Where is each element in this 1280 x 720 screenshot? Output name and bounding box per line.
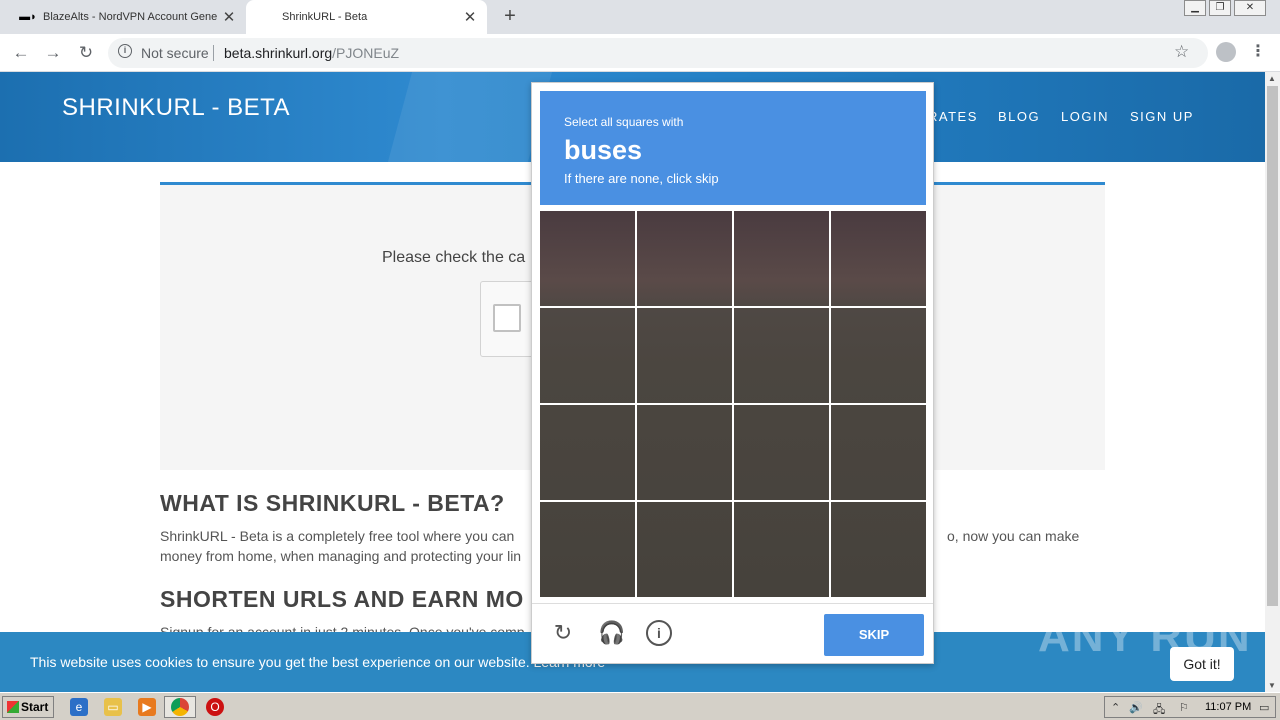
browser-tab-strip: ▬◗ BlazeAlts - NordVPN Account Genera ✕ … <box>0 0 1280 34</box>
challenge-tile[interactable] <box>635 403 734 502</box>
section-paragraph-what: ShrinkURL - Beta is a completely free to… <box>160 528 515 544</box>
reload-icon[interactable]: ↻ <box>550 620 576 646</box>
challenge-subtext: If there are none, click skip <box>564 171 719 186</box>
challenge-tile[interactable] <box>635 209 734 308</box>
site-brand[interactable]: SHRINKURL - BETA <box>62 94 290 122</box>
challenge-instruction: Select all squares with <box>564 115 684 129</box>
info-icon[interactable]: i <box>118 44 132 58</box>
forward-button[interactable]: → <box>42 42 64 64</box>
section-paragraph-what-right: o, now you can make <box>947 528 1080 544</box>
challenge-tile[interactable] <box>538 500 637 599</box>
challenge-tile[interactable] <box>829 500 928 599</box>
minimize-button[interactable]: ▁ <box>1184 0 1206 16</box>
challenge-tile[interactable] <box>538 209 637 308</box>
separator <box>213 45 214 61</box>
system-tray: ⌃ 🔊 🖧 ⚐ 11:07 PM ▭ <box>1104 696 1276 718</box>
start-label: Start <box>21 700 49 714</box>
flag-icon[interactable]: ⚐ <box>1179 701 1189 714</box>
opera-icon[interactable]: O <box>206 698 224 716</box>
section-heading-what: WHAT IS SHRINKURL - BETA? <box>160 490 505 516</box>
menu-icon[interactable]: ⋮ <box>1250 41 1266 61</box>
nav-signup[interactable]: SIGN UP <box>1130 109 1194 124</box>
mask-icon: ▬◗ <box>19 11 37 23</box>
ie-icon[interactable]: e <box>70 698 88 716</box>
challenge-target: buses <box>564 135 643 165</box>
security-label: Not secure <box>141 45 209 61</box>
challenge-tile[interactable] <box>538 403 637 502</box>
challenge-header: Select all squares with buses If there a… <box>540 91 926 205</box>
network-icon[interactable]: 🖧 <box>1153 701 1165 720</box>
section-paragraph-what-line2: money from home, when managing and prote… <box>160 548 522 564</box>
cookie-text: This website uses cookies to ensure you … <box>30 654 605 670</box>
screen: ▬◗ BlazeAlts - NordVPN Account Genera ✕ … <box>0 0 1280 720</box>
challenge-tile[interactable] <box>538 306 637 405</box>
challenge-tile[interactable] <box>829 209 928 308</box>
url-host: beta.shrinkurl.org <box>224 45 333 61</box>
chrome-taskbar-button[interactable] <box>164 696 196 718</box>
tab-title: ShrinkURL - Beta <box>282 11 368 23</box>
scroll-up-arrow[interactable]: ▲ <box>1268 74 1276 83</box>
tab-shrinkurl[interactable]: ShrinkURL - Beta ✕ <box>246 0 487 34</box>
scroll-thumb[interactable] <box>1267 86 1278 606</box>
challenge-tile[interactable] <box>829 306 928 405</box>
challenge-tile[interactable] <box>829 403 928 502</box>
profile-avatar[interactable] <box>1216 42 1236 62</box>
tab-title: BlazeAlts - NordVPN Account Genera <box>43 11 218 23</box>
nav-rates[interactable]: RATES <box>928 109 978 124</box>
url-text: beta.shrinkurl.org/PJONEuZ <box>224 45 399 61</box>
recaptcha-checkbox[interactable] <box>493 304 521 332</box>
tray-expand-icon[interactable]: ⌃ <box>1111 701 1120 714</box>
reload-button[interactable]: ↻ <box>75 42 97 64</box>
chrome-icon <box>171 698 189 716</box>
volume-icon[interactable]: 🔊 <box>1129 701 1143 714</box>
challenge-tile[interactable] <box>732 500 831 599</box>
close-icon[interactable]: ✕ <box>459 8 481 26</box>
nav-login[interactable]: LOGIN <box>1061 109 1109 124</box>
cookie-message: This website uses cookies to ensure you … <box>30 654 530 670</box>
window-close-button[interactable]: ✕ <box>1234 0 1266 16</box>
close-icon[interactable]: ✕ <box>218 8 240 26</box>
folder-icon[interactable]: ▭ <box>104 698 122 716</box>
challenge-tile[interactable] <box>635 306 734 405</box>
challenge-image-grid <box>538 209 928 599</box>
skip-button[interactable]: SKIP <box>824 614 924 656</box>
clock: 11:07 PM <box>1205 701 1252 713</box>
browser-toolbar: ← → ↻ i Not secure beta.shrinkurl.org/PJ… <box>0 34 1280 72</box>
tab-blazealts[interactable]: ▬◗ BlazeAlts - NordVPN Account Genera ✕ <box>0 0 246 34</box>
back-button[interactable]: ← <box>10 42 32 64</box>
show-desktop-icon[interactable]: ▭ <box>1259 701 1269 714</box>
restore-button[interactable]: ❐ <box>1209 0 1231 16</box>
info-icon[interactable]: i <box>646 620 672 646</box>
challenge-tile[interactable] <box>635 500 734 599</box>
start-button[interactable]: Start <box>2 696 54 718</box>
windows-logo-icon <box>7 701 19 713</box>
card-instruction: Please check the ca <box>382 249 526 266</box>
challenge-footer: ↻ 🎧 i SKIP <box>532 603 933 663</box>
address-bar[interactable]: i Not secure beta.shrinkurl.org/PJONEuZ … <box>108 38 1208 68</box>
challenge-tile[interactable] <box>732 403 831 502</box>
media-player-icon[interactable]: ▶ <box>138 698 156 716</box>
challenge-tile[interactable] <box>732 306 831 405</box>
cookie-accept-button[interactable]: Got it! <box>1170 647 1234 681</box>
scroll-down-arrow[interactable]: ▼ <box>1268 681 1276 690</box>
captcha-challenge-dialog: Select all squares with buses If there a… <box>531 82 934 664</box>
star-icon[interactable]: ☆ <box>1174 42 1189 62</box>
audio-icon[interactable]: 🎧 <box>598 620 625 646</box>
section-heading-earn: SHORTEN URLS AND EARN MO <box>160 586 524 612</box>
header-decoration <box>387 72 553 162</box>
windows-taskbar: Start e ▭ ▶ O ⌃ 🔊 🖧 ⚐ 11:07 PM ▭ <box>0 692 1280 720</box>
nav-blog[interactable]: BLOG <box>998 109 1040 124</box>
new-tab-button[interactable]: + <box>498 4 522 28</box>
page-scrollbar[interactable]: ▲ ▼ <box>1265 72 1280 692</box>
challenge-tile[interactable] <box>732 209 831 308</box>
url-path: /PJONEuZ <box>332 45 400 61</box>
